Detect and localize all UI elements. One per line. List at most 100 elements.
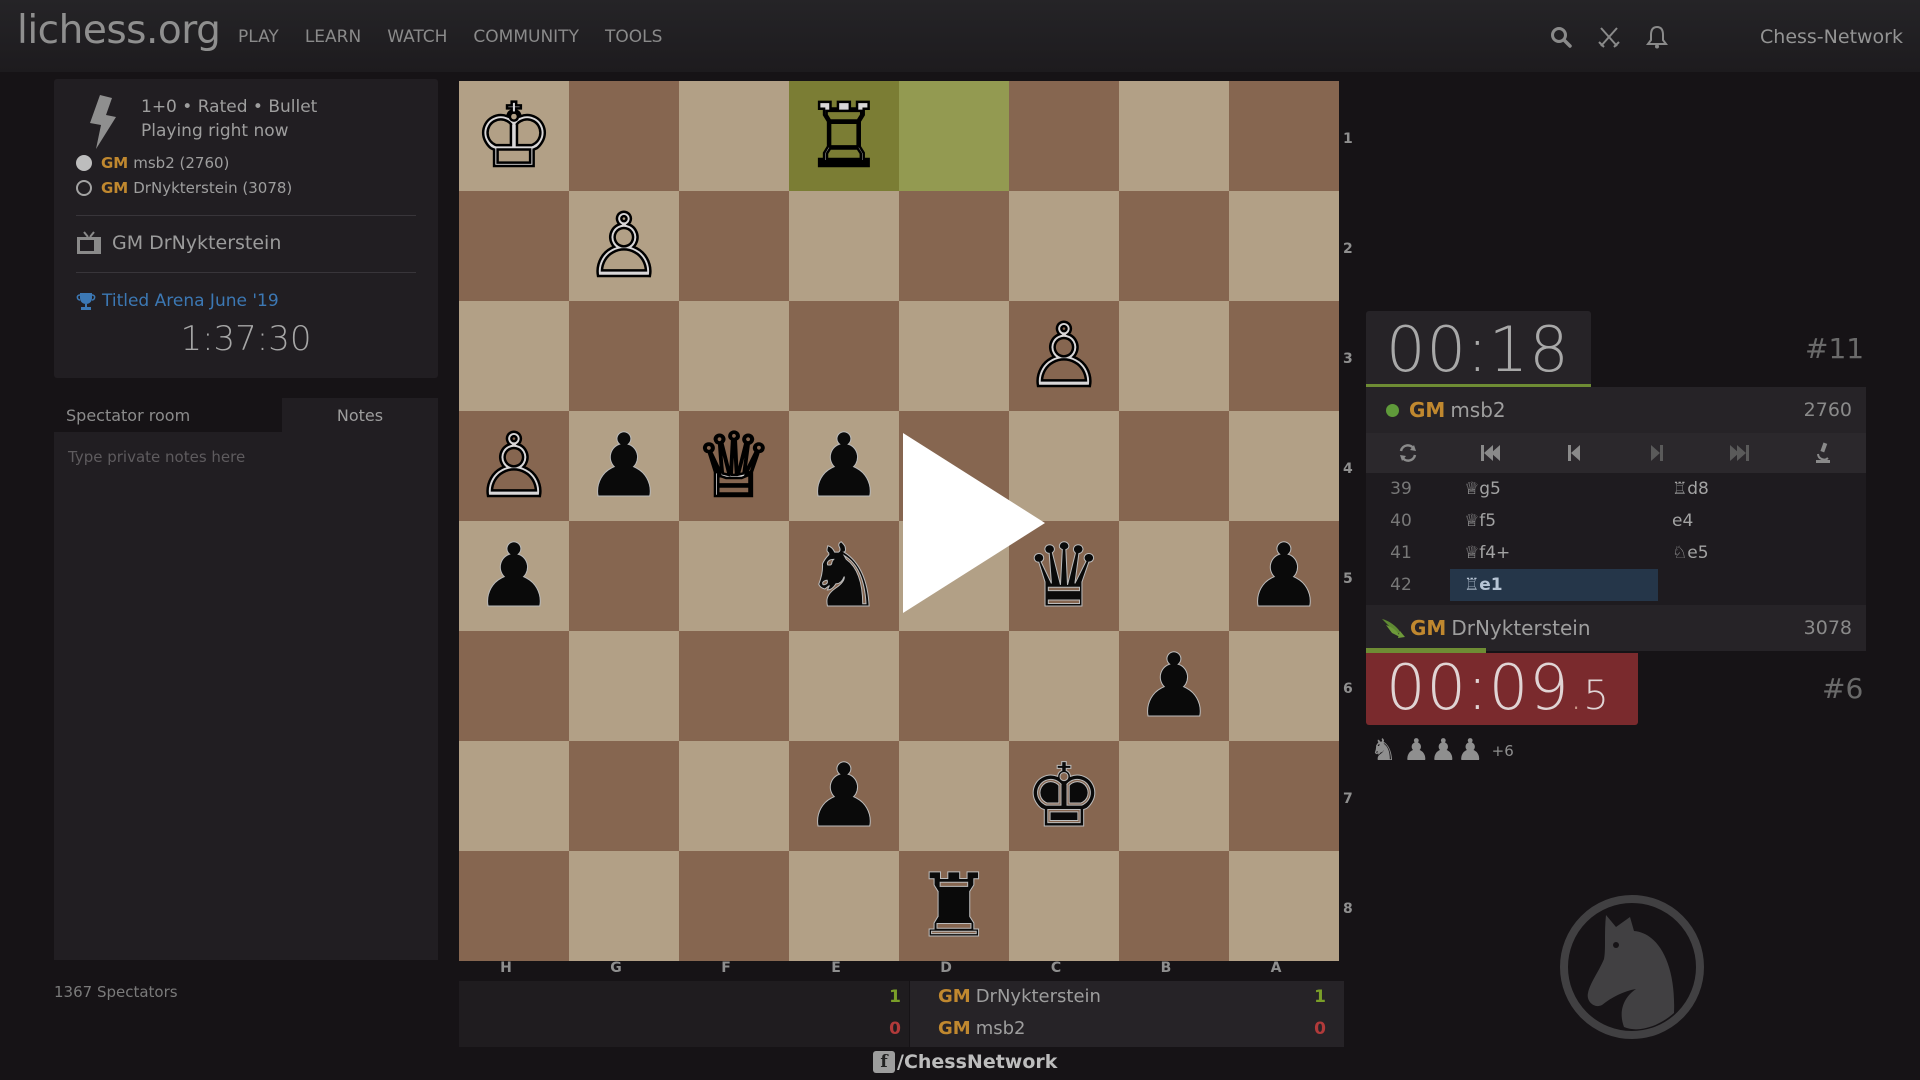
black-pawn-icon[interactable]: ♟: [584, 421, 664, 510]
move-black[interactable]: e4: [1658, 505, 1866, 537]
square-h6[interactable]: [459, 631, 569, 741]
notes-input[interactable]: [54, 432, 438, 960]
tournament-link[interactable]: Titled Arena June '19: [76, 291, 279, 311]
move-black[interactable]: ♘e5: [1658, 537, 1866, 569]
black-pawn-icon[interactable]: ♟: [804, 751, 884, 840]
white-pawn-icon[interactable]: ♙: [583, 200, 664, 291]
square-a6[interactable]: [1229, 631, 1339, 741]
black-pawn-icon[interactable]: ♟: [474, 531, 554, 620]
black-knight-icon[interactable]: ♞: [804, 531, 884, 620]
square-d3[interactable]: [899, 301, 1009, 411]
site-logo[interactable]: lichess.org: [17, 8, 221, 53]
bell-icon[interactable]: [1644, 24, 1670, 50]
square-h3[interactable]: [459, 301, 569, 411]
square-h4[interactable]: ♙: [459, 411, 569, 521]
square-c1[interactable]: [1009, 81, 1119, 191]
square-h7[interactable]: [459, 741, 569, 851]
square-b6[interactable]: ♟: [1119, 631, 1229, 741]
move-white[interactable]: ♕f4+: [1450, 537, 1658, 569]
square-e2[interactable]: [789, 191, 899, 301]
crossed-swords-icon[interactable]: [1596, 24, 1622, 50]
move-black[interactable]: ♖d8: [1658, 473, 1866, 505]
square-e7[interactable]: ♟: [789, 741, 899, 851]
square-a3[interactable]: [1229, 301, 1339, 411]
black-rook-icon[interactable]: ♜: [914, 861, 994, 950]
square-g7[interactable]: [569, 741, 679, 851]
first-move-icon[interactable]: [1449, 433, 1532, 473]
square-c3[interactable]: ♙: [1009, 301, 1119, 411]
black-pawn-icon[interactable]: ♟: [1134, 641, 1214, 730]
square-f8[interactable]: [679, 851, 789, 961]
square-a7[interactable]: [1229, 741, 1339, 851]
bottom-player-row[interactable]: GM DrNykterstein 3078: [1366, 605, 1866, 651]
nav-community[interactable]: COMMUNITY: [473, 27, 579, 47]
square-b5[interactable]: [1119, 521, 1229, 631]
square-f2[interactable]: [679, 191, 789, 301]
prev-move-icon[interactable]: [1532, 433, 1615, 473]
square-g5[interactable]: [569, 521, 679, 631]
square-e8[interactable]: [789, 851, 899, 961]
square-d7[interactable]: [899, 741, 1009, 851]
square-g1[interactable]: [569, 81, 679, 191]
white-queen-icon[interactable]: ♕: [693, 420, 774, 511]
square-f1[interactable]: [679, 81, 789, 191]
square-b4[interactable]: [1119, 411, 1229, 521]
square-c6[interactable]: [1009, 631, 1119, 741]
top-player-row[interactable]: GM msb2 2760: [1366, 387, 1866, 433]
nav-learn[interactable]: LEARN: [305, 27, 361, 47]
square-h2[interactable]: [459, 191, 569, 301]
square-b8[interactable]: [1119, 851, 1229, 961]
square-c2[interactable]: [1009, 191, 1119, 301]
flip-board-icon[interactable]: [1366, 433, 1449, 473]
square-b3[interactable]: [1119, 301, 1229, 411]
square-d8[interactable]: ♜: [899, 851, 1009, 961]
nav-tools[interactable]: TOOLS: [605, 27, 662, 47]
play-video-icon[interactable]: [903, 433, 1045, 613]
white-rook-icon[interactable]: ♖: [803, 90, 884, 181]
chess-board[interactable]: ♔ ♖ ♙ ♙ ♙ ♟ ♕ ♟ ♟ ♞ ♛ ♟ ♟ ♟ ♚ ♜: [459, 81, 1339, 961]
square-e6[interactable]: [789, 631, 899, 741]
last-move-icon[interactable]: [1698, 433, 1781, 473]
square-h5[interactable]: ♟: [459, 521, 569, 631]
square-d6[interactable]: [899, 631, 1009, 741]
score-player[interactable]: GM DrNykterstein: [938, 986, 1101, 1007]
move-white[interactable]: ♕g5: [1450, 473, 1658, 505]
white-king-icon[interactable]: ♔: [473, 90, 554, 181]
square-b1[interactable]: [1119, 81, 1229, 191]
square-a5[interactable]: ♟: [1229, 521, 1339, 631]
white-pawn-icon[interactable]: ♙: [1023, 310, 1104, 401]
square-f5[interactable]: [679, 521, 789, 631]
square-c7[interactable]: ♚: [1009, 741, 1119, 851]
square-a2[interactable]: [1229, 191, 1339, 301]
square-b2[interactable]: [1119, 191, 1229, 301]
square-d1[interactable]: [899, 81, 1009, 191]
square-g6[interactable]: [569, 631, 679, 741]
square-e5[interactable]: ♞: [789, 521, 899, 631]
user-menu[interactable]: Chess-Network: [1760, 26, 1903, 48]
analysis-icon[interactable]: [1781, 433, 1864, 473]
square-f6[interactable]: [679, 631, 789, 741]
square-a1[interactable]: [1229, 81, 1339, 191]
white-pawn-icon[interactable]: ♙: [473, 420, 554, 511]
square-f3[interactable]: [679, 301, 789, 411]
tab-notes[interactable]: Notes: [282, 398, 438, 432]
square-f7[interactable]: [679, 741, 789, 851]
square-e1[interactable]: ♖: [789, 81, 899, 191]
square-h1[interactable]: ♔: [459, 81, 569, 191]
player-white[interactable]: GM msb2 (2760): [76, 154, 229, 172]
square-h8[interactable]: [459, 851, 569, 961]
tv-channel[interactable]: GM DrNykterstein: [76, 231, 281, 255]
square-g8[interactable]: [569, 851, 679, 961]
black-king-icon[interactable]: ♚: [1024, 751, 1104, 840]
square-e3[interactable]: [789, 301, 899, 411]
square-a4[interactable]: [1229, 411, 1339, 521]
square-b7[interactable]: [1119, 741, 1229, 851]
nav-play[interactable]: PLAY: [238, 27, 279, 47]
player-black[interactable]: GM DrNykterstein (3078): [76, 179, 292, 197]
black-pawn-icon[interactable]: ♟: [1244, 531, 1324, 620]
search-icon[interactable]: [1548, 24, 1574, 50]
square-g3[interactable]: [569, 301, 679, 411]
square-d2[interactable]: [899, 191, 1009, 301]
square-g4[interactable]: ♟: [569, 411, 679, 521]
move-white[interactable]: ♖e1: [1450, 569, 1658, 601]
